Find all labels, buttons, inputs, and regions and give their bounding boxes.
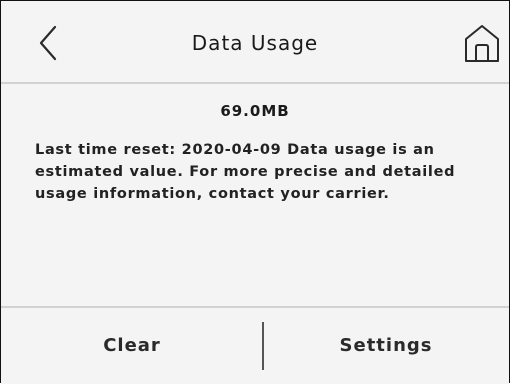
settings-button[interactable]: Settings: [263, 308, 509, 384]
clear-button[interactable]: Clear: [1, 308, 263, 384]
usage-description: Last time reset: 2020-04-09 Data usage i…: [35, 142, 456, 202]
footer-bar: Clear Settings: [1, 306, 509, 384]
screen-frame: Data Usage 69.0MB Last time reset: 2020-…: [0, 0, 510, 384]
page-title: Data Usage: [191, 31, 319, 55]
home-icon: [465, 25, 499, 62]
content-area: 69.0MB Last time reset: 2020-04-09 Data …: [1, 84, 509, 306]
header-bar: Data Usage: [1, 1, 509, 84]
data-usage-value: 69.0MB: [220, 102, 290, 120]
home-button[interactable]: [462, 21, 502, 65]
